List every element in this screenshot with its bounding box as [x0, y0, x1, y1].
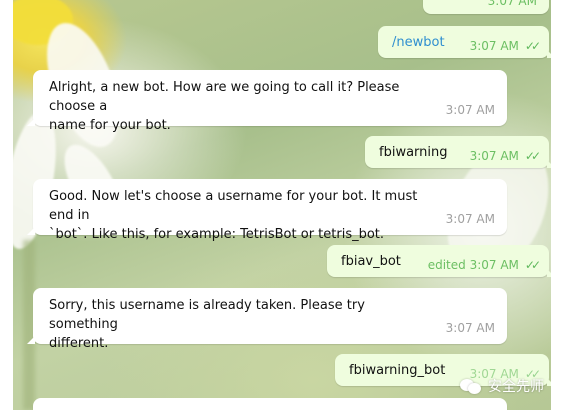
message-time: 3:07 AM	[445, 321, 495, 335]
bubble-tail	[547, 378, 551, 386]
message-text: fbiav_bot	[341, 254, 401, 269]
message-text: Sorry, this username is already taken. P…	[49, 298, 365, 351]
message-outgoing[interactable]: fbiav_bot edited 3:07 AM ✓✓	[327, 245, 551, 277]
bubble-tail	[27, 336, 35, 344]
bubble-tail	[547, 50, 551, 58]
wechat-icon	[460, 377, 482, 395]
message-incoming[interactable]: Alright, a new bot. How are we going to …	[27, 70, 507, 133]
message-incoming[interactable]: Good. Now let's choose a username for yo…	[27, 179, 507, 242]
double-check-icon: ✓✓	[524, 149, 541, 163]
time-text: 3:07 AM	[487, 0, 537, 8]
time-text: 3:07 AM	[469, 149, 519, 163]
message-text: fbiwarning_bot	[349, 363, 446, 378]
message-text: fbiwarning	[379, 145, 448, 160]
edited-label: edited	[427, 258, 466, 272]
message-text: Alright, a new bot. How are we going to …	[49, 80, 400, 133]
time-text: 3:07 AM	[469, 39, 519, 53]
message-outgoing[interactable]: 3:07 AM	[423, 0, 549, 14]
message-time: 3:07 AM	[445, 103, 495, 117]
double-check-icon: ✓✓	[524, 39, 541, 53]
message-time: 3:07 AM ✓✓	[469, 147, 541, 166]
message-time: 3:07 AM ✓✓	[469, 37, 541, 56]
message-outgoing[interactable]: /newbot 3:07 AM ✓✓	[378, 26, 551, 58]
message-outgoing[interactable]: fbiwarning 3:07 AM ✓✓	[365, 136, 551, 168]
watermark-text: 安全先师	[488, 379, 544, 395]
double-check-icon: ✓✓	[524, 258, 541, 272]
time-text: 3:07 AM	[469, 258, 519, 272]
bubble-tail	[27, 118, 35, 126]
message-time: 3:07 AM	[445, 212, 495, 226]
message-incoming-partial[interactable]	[33, 398, 507, 410]
message-incoming[interactable]: Sorry, this username is already taken. P…	[27, 288, 507, 351]
bubble-tail	[547, 160, 551, 168]
command-link[interactable]: /newbot	[392, 33, 445, 52]
watermark: 安全先师	[460, 376, 544, 396]
chat-background: 3:07 AM /newbot 3:07 AM ✓✓ Alright, a new…	[13, 0, 551, 410]
message-time: 3:07 AM	[488, 0, 537, 11]
bubble-tail	[547, 269, 551, 277]
bubble-tail	[27, 227, 35, 235]
message-time: edited 3:07 AM ✓✓	[427, 256, 541, 275]
message-text: Good. Now let's choose a username for yo…	[49, 189, 418, 242]
